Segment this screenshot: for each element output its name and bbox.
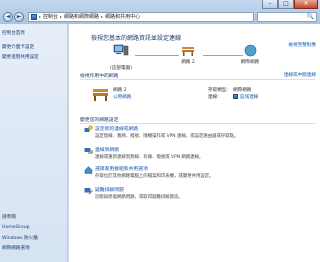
see-also-windows-firewall[interactable]: Windows 防火牆 [2,235,38,241]
task-connect-to-network[interactable]: 連線到網路 連線或重新連線到無線、有線、撥號或 VPN 網路連線。 [84,146,305,160]
breadcrumb-control-panel[interactable]: 控制台 [43,13,58,20]
section-divider [80,79,316,80]
local-area-connection-link[interactable]: 區域連線 [240,94,258,100]
change-settings-section-label: 變更您的網路設定 [80,118,119,123]
search-icon[interactable]: 🔍 [307,13,314,20]
close-button[interactable]: ✕ [294,0,318,9]
search-box[interactable]: 🔍 [257,11,317,22]
task-troubleshoot-desc: 診斷與修復網路問題，或取得疑難排解資訊。 [95,195,183,200]
connections-label: 連線: [208,95,219,100]
sidebar-item-change-adapter-settings[interactable]: 變更介面卡設定 [2,44,34,50]
breadcrumb-chevron-icon[interactable]: ▸ [39,14,41,19]
back-button[interactable]: ◄ [3,11,13,22]
task-homegroup-sharing-desc: 存取位於其他網路電腦上的檔案和印表機，或變更共用設定。 [95,174,214,179]
task-troubleshoot-title[interactable]: 疑難排解問題 [95,186,305,193]
task-setup-new-connection-desc: 設定無線、寬頻、撥號、隨機操作或 VPN 連線，或設定路由器或存取點。 [95,134,239,139]
window-controls: – □ ✕ [262,0,318,9]
task-setup-new-connection[interactable]: 設定新的連線或網路 設定無線、寬頻、撥號、隨機操作或 VPN 連線，或設定路由器… [84,125,305,139]
troubleshoot-icon [84,188,93,195]
breadcrumb-network-internet[interactable]: 網路和網際網路 [64,13,99,20]
task-homegroup-sharing[interactable]: 選擇家用群組和共用選項 存取位於其他網路電腦上的檔案和印表機，或變更共用設定。 [84,165,305,179]
sidebar-item-control-panel-home[interactable]: 控制台首頁 [2,30,25,36]
forward-button[interactable]: ► [14,11,24,22]
see-also-homegroup[interactable]: HomeGroup [2,225,30,230]
this-computer-label: (這部電腦) [110,66,132,71]
minimize-button[interactable]: – [262,0,278,9]
homegroup-icon [84,166,93,174]
see-also-internet-options[interactable]: 網際網路選項 [2,245,30,251]
public-network-bench-icon [93,89,108,101]
public-network-bench-icon [182,47,194,56]
network-node-network2-label: 網路 2 [181,60,195,65]
breadcrumb-chevron-icon[interactable]: ▸ [60,14,62,19]
address-bar[interactable]: ▸ 控制台 ▸ 網路和網際網路 ▸ 網路和共用中心 [28,11,254,22]
active-networks-section-label: 檢視作用中的網路 [80,74,119,79]
access-type-value: 網際網路 [233,88,252,93]
computer-icon [113,44,129,56]
section-divider [80,123,316,124]
globe-icon [244,44,256,57]
see-also-title: 請參閱 [2,215,16,220]
network-node-computer[interactable] [109,44,133,59]
active-network-name: 網路 2 [113,88,127,93]
task-connect-to-network-title[interactable]: 連線到網路 [95,146,305,153]
breadcrumb-chevron-icon[interactable]: ▸ [101,14,103,19]
network-node-computer-sublabel: (這部電腦) [103,65,139,71]
connection-line [135,55,179,56]
network-node-internet-label: 網際網路 [240,60,260,65]
task-troubleshoot[interactable]: 疑難排解問題 診斷與修復網路問題，或取得疑難排解資訊。 [84,186,305,200]
breadcrumb-network-sharing-center[interactable]: 網路和共用中心 [105,13,140,20]
active-network-panel: 網路 2 公用網路 存取類型: 網際網路 連線: 區域連線 [91,86,311,108]
task-setup-new-connection-title[interactable]: 設定新的連線或網路 [95,125,305,132]
new-connection-icon [84,125,93,132]
task-connect-to-network-desc: 連線或重新連線到無線、有線、撥號或 VPN 網路連線。 [95,155,204,160]
window-title-bar: – □ ✕ ◄ ► ▸ 控制台 ▸ 網路和網際網路 ▸ 網路和共用中心 🔍 [0,0,320,24]
access-type-label: 存取類型: [208,88,228,93]
network-type-link[interactable]: 公用網路 [113,94,131,100]
network-node-network2[interactable]: 網路 2 [175,44,201,65]
main-content: 檢視您基本的網路資訊並設定連線 檢視完整對應 (這部電腦) 網路 2 網際網路 … [69,24,320,262]
local-connection-icon [233,94,238,99]
page-heading: 檢視您基本的網路資訊並設定連線 [91,35,182,42]
connect-network-icon [84,148,93,154]
navigation-bar: ◄ ► ▸ 控制台 ▸ 網路和網際網路 ▸ 網路和共用中心 🔍 [3,11,317,22]
task-homegroup-sharing-title[interactable]: 選擇家用群組和共用選項 [95,165,305,172]
network-node-internet[interactable]: 網際網路 [237,44,263,65]
connect-disconnect-link[interactable]: 連線或中斷連線 [284,72,316,78]
control-panel-icon [31,13,37,20]
sidebar: 控制台首頁 變更介面卡設定 變更進階共用設定 請參閱 HomeGroup Win… [0,24,68,262]
maximize-button[interactable]: □ [278,0,294,9]
sidebar-item-change-advanced-sharing[interactable]: 變更進階共用設定 [2,54,39,60]
